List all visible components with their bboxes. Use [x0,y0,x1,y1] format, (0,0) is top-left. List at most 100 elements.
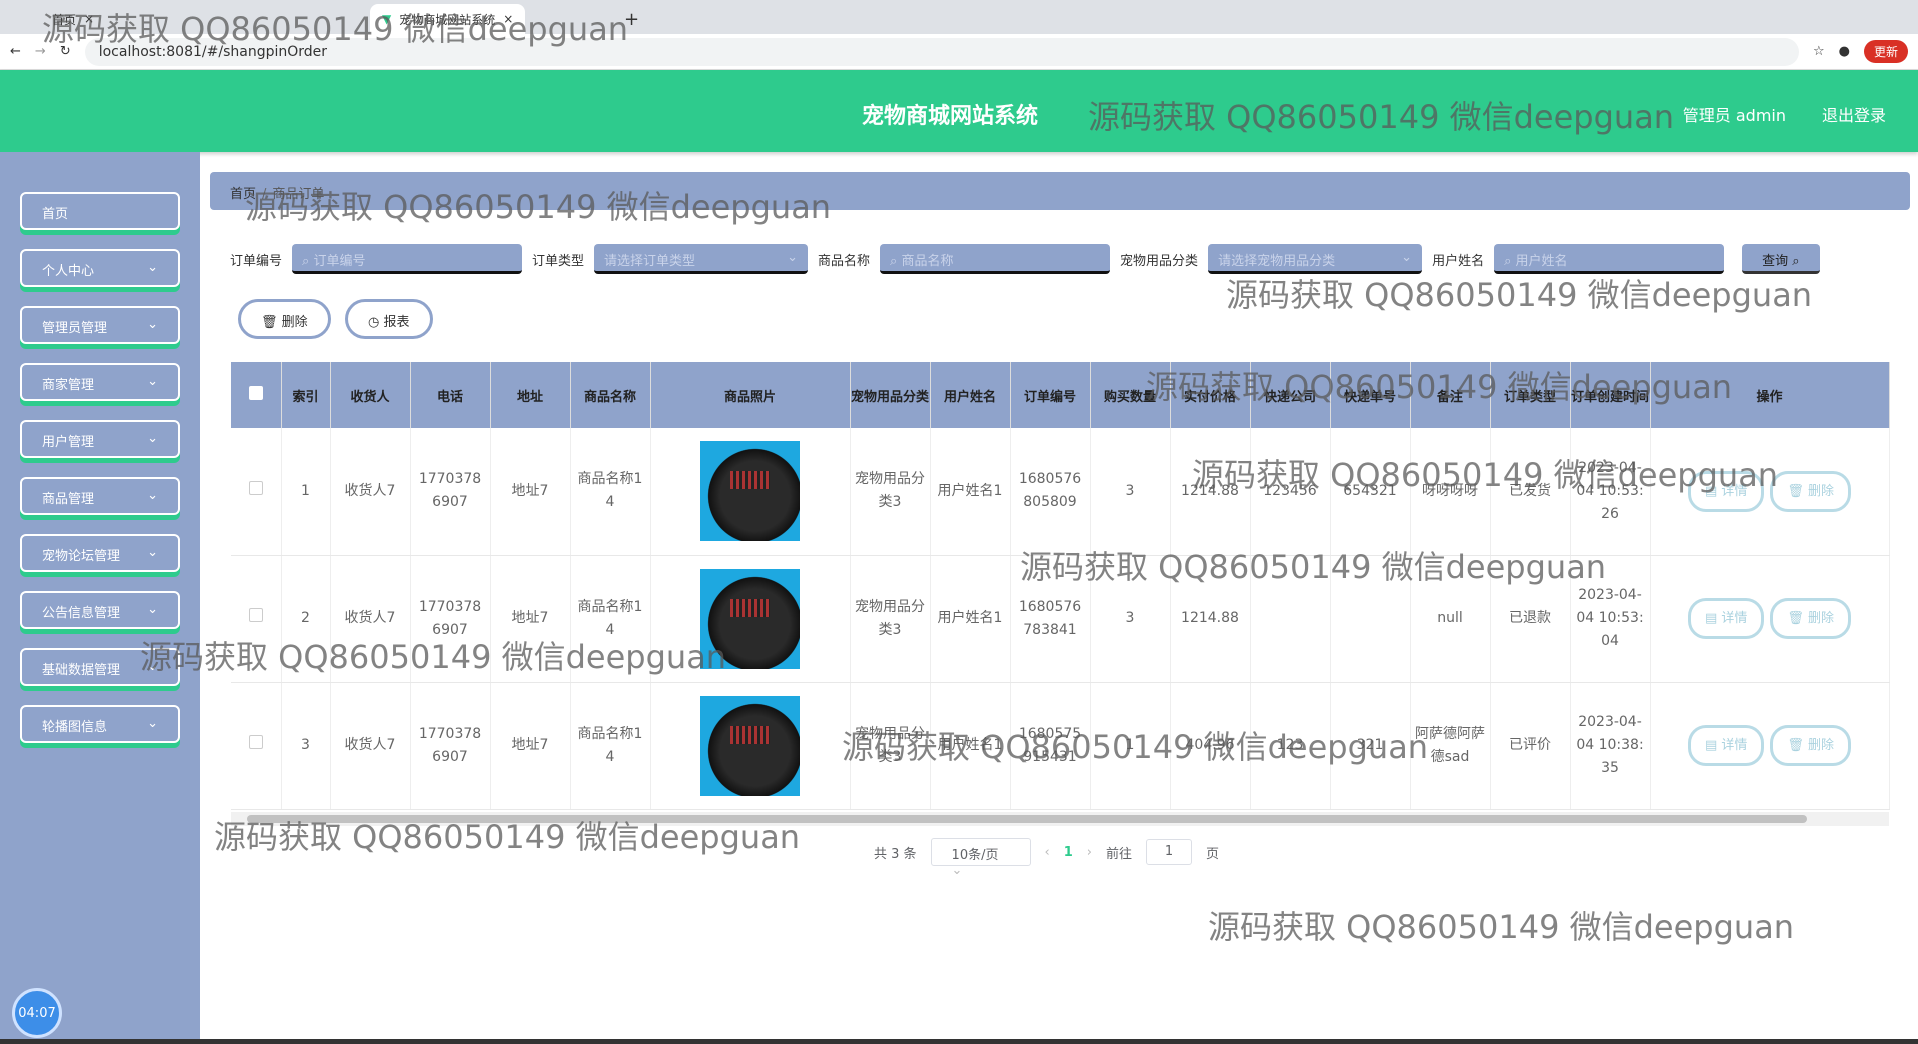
reload-icon[interactable]: ↻ [60,44,71,59]
table-cell: 1214.88 [1170,555,1251,683]
table-cell: 654321 [1330,428,1411,556]
chevron-down-icon: ⌄ [147,374,158,389]
delete-button[interactable]: 🗑 删除 [1770,470,1852,512]
column-header: 宠物用品分类 [850,362,931,428]
chevron-down-icon: ⌄ [147,431,158,446]
table-cell: 3 [281,682,331,810]
page-size-value: 10条/页 [951,848,999,863]
chevron-down-icon: ⌄ [147,716,158,731]
placeholder: 用户姓名 [1515,254,1568,269]
row-checkbox[interactable] [248,735,263,749]
sidebar-item[interactable]: 公告信息管理 ⌄ [20,591,180,629]
sidebar-item[interactable]: 轮播图信息 ⌄ [20,705,180,743]
table-cell: 地址7 [490,555,571,683]
row-select[interactable] [231,555,282,683]
delete-label: 删除 [1808,738,1835,753]
order-no-input[interactable]: ⌕ 订单编号 [292,244,523,274]
table-cell: 404.96 [1170,682,1251,810]
user-name-label: 用户姓名 [1432,253,1485,269]
table-cell: null [1410,555,1491,683]
sidebar-item[interactable]: 商家管理 ⌄ [20,363,180,401]
category-select[interactable]: 请选择宠物用品分类 ⌄ [1208,244,1423,274]
logout-link[interactable]: 退出登录 [1822,102,1886,126]
row-select[interactable] [231,428,282,556]
placeholder: 请选择宠物用品分类 [1218,254,1336,269]
detail-button[interactable]: ▤ 详情 [1687,470,1765,512]
table-cell: 收货人7 [330,682,411,810]
sidebar-item[interactable]: 宠物论坛管理 ⌄ [20,534,180,572]
sidebar-item[interactable]: 基础数据管理 ⌄ [20,648,180,686]
scrollbar-thumb[interactable] [247,815,1807,823]
sidebar: 首页 个人中心 ⌄ 管理员管理 ⌄ 商家管理 ⌄ 用户管理 ⌄ 商品管理 ⌄ 宠物论坛管理 ⌄ 公告信息管… [0,152,200,1044]
cell-photo [650,555,851,683]
column-header: 商品照片 [650,362,851,428]
column-header: 订单创建时间 [1570,362,1651,428]
sidebar-item[interactable]: 管理员管理 ⌄ [20,306,180,344]
star-icon[interactable]: ☆ [1813,44,1825,59]
search-form: 订单编号 ⌕ 订单编号 订单类型 请选择订单类型 ⌄ 商品名称 ⌕ 商品名称 宠物… [230,244,1820,274]
placeholder: 请选择订单类型 [604,254,696,269]
chevron-down-icon: ⌄ [1401,250,1413,265]
sidebar-item-label: 商品管理 [42,492,95,507]
user-name-input[interactable]: ⌕ 用户姓名 [1494,244,1725,274]
next-page-icon[interactable]: › [1087,845,1092,860]
page-number[interactable]: 1 [1064,845,1073,860]
table-cell [1250,555,1331,683]
detail-button[interactable]: ▤ 详情 [1687,725,1765,766]
page-size-select[interactable]: 10条/页 ⌄ [930,838,1031,878]
column-header: 操作 [1650,362,1890,428]
row-select[interactable] [231,682,282,810]
delete-button[interactable]: 🗑 删除 [1770,598,1852,639]
detail-label: 详情 [1721,611,1748,626]
select-all-checkbox[interactable] [248,386,263,400]
sidebar-item[interactable]: 个人中心 ⌄ [20,249,180,287]
order-type-select[interactable]: 请选择订单类型 ⌄ [594,244,809,274]
browser-tab[interactable]: 首页 × [40,4,106,34]
table-cell: 商品名称14 [570,555,651,683]
new-tab-button[interactable]: + [612,4,651,34]
cell-photo [650,682,851,810]
table-cell: 3 [1090,428,1171,556]
app-header: 宠物商城网站系统 管理员 admin 退出登录 [0,70,1918,152]
trash-icon: 🗑 [1787,738,1804,753]
profile-icon[interactable]: ● [1839,44,1850,59]
close-icon[interactable]: × [84,12,94,26]
close-icon[interactable]: × [503,12,513,26]
sidebar-item-label: 商家管理 [42,378,95,393]
address-bar: ← → ↻ localhost:8081/#/shangpinOrder ☆ ● 更新 [0,34,1918,70]
row-checkbox[interactable] [248,480,263,495]
sidebar-item[interactable]: 首页 [20,192,180,230]
trash-icon: 🗑 [1787,611,1804,626]
column-header: 备注 [1410,362,1491,428]
goto-page-input[interactable]: 1 [1146,839,1193,865]
table-cell: 收货人7 [330,428,411,556]
back-icon[interactable]: ← [10,44,21,59]
select-all[interactable] [231,362,282,428]
horizontal-scrollbar[interactable] [231,812,1889,826]
goods-name-label: 商品名称 [818,253,871,269]
search-icon: ⌕ [1792,254,1800,269]
row-checkbox[interactable] [248,608,263,622]
update-button[interactable]: 更新 [1863,40,1908,63]
forward-icon[interactable]: → [35,44,46,59]
sidebar-item[interactable]: 用户管理 ⌄ [20,420,180,458]
breadcrumb-home[interactable]: 首页 [230,187,256,202]
column-header: 索引 [281,362,331,428]
browser-tab-active[interactable]: ▼ 宠物商城网站系统 × [370,4,526,34]
delete-button[interactable]: 🗑 删除 [1770,725,1852,766]
goods-name-input[interactable]: ⌕ 商品名称 [880,244,1111,274]
table-cell: 已发货 [1490,428,1571,556]
chevron-down-icon: ⌄ [951,863,963,878]
sidebar-item[interactable]: 商品管理 ⌄ [20,477,180,515]
table-cell: 已退款 [1490,555,1571,683]
table-row: 1 收货人7 17703786907 地址7 商品名称14 宠物用品分类3 用户姓名1 168… [231,428,1890,556]
report-button[interactable]: ◷ 报表 [345,299,433,339]
category-label: 宠物用品分类 [1120,253,1199,269]
batch-delete-button[interactable]: 🗑 删除 [238,299,331,339]
url-input[interactable]: localhost:8081/#/shangpinOrder [84,37,1799,66]
detail-button[interactable]: ▤ 详情 [1687,598,1765,639]
table-cell: 呀呀呀呀 [1410,428,1491,556]
watermark: 源码获取 QQ86050149 微信deepguan [1208,908,1795,946]
query-button[interactable]: 查询 ⌕ [1742,244,1820,274]
prev-page-icon[interactable]: ‹ [1045,845,1050,860]
